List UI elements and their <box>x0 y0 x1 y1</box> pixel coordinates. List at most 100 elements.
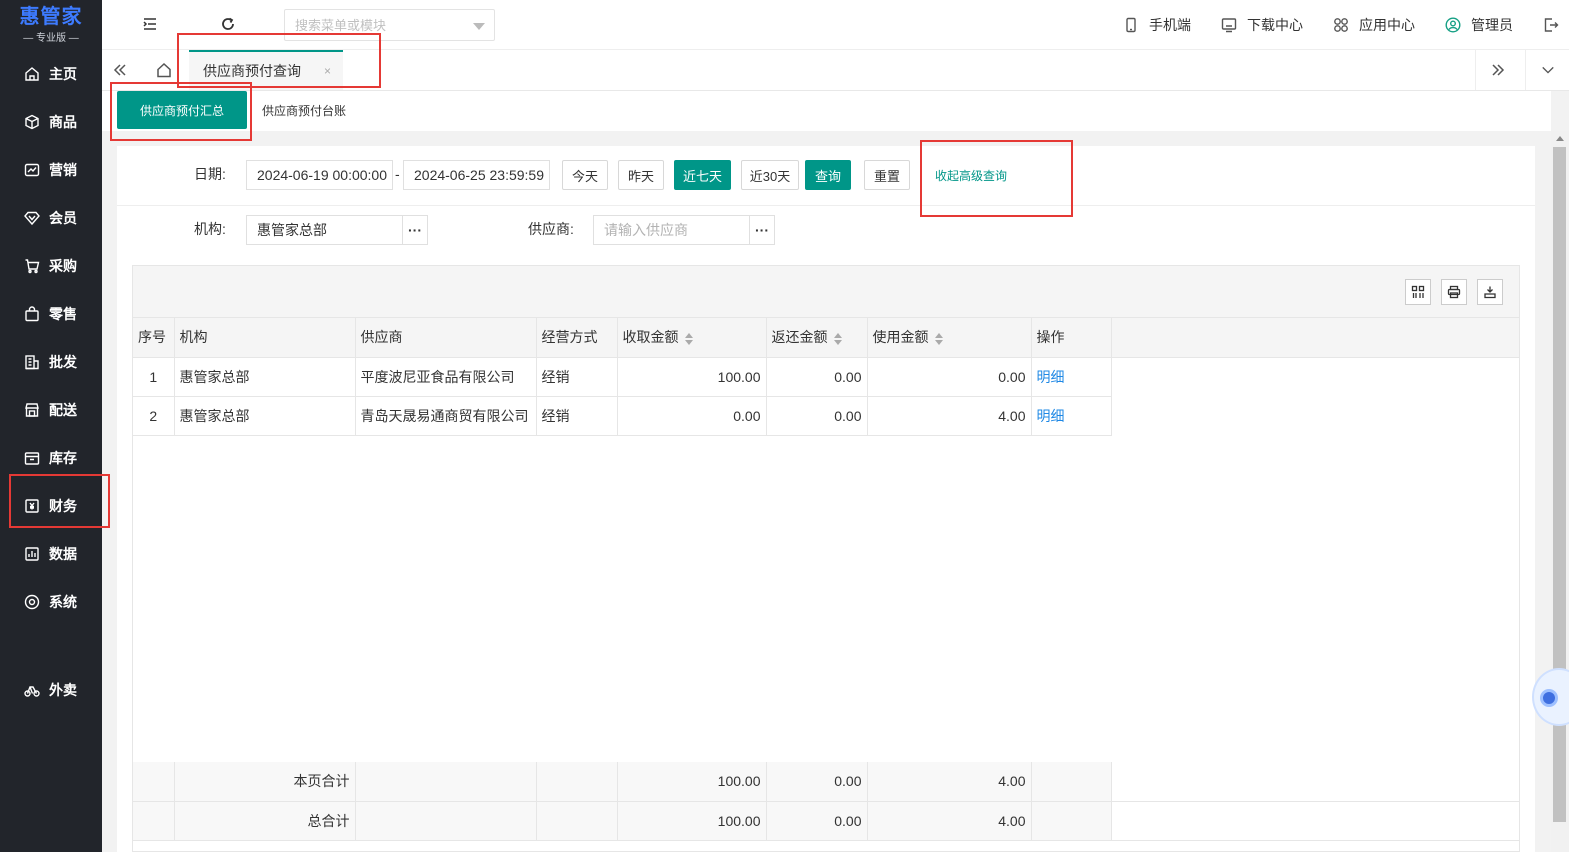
today-button[interactable]: 今天 <box>562 160 608 190</box>
org-input[interactable]: 惠管家总部 <box>246 215 403 245</box>
phone-icon <box>1126 17 1136 33</box>
sub-tab-bar: 供应商预付汇总 供应商预付台账 <box>102 91 1551 131</box>
chevron-down-icon[interactable] <box>473 23 485 30</box>
diamond-icon <box>24 210 40 226</box>
table-row: 2 惠管家总部 青岛天晟易通商贸有限公司 经销 0.00 0.00 4.00 明… <box>133 396 1519 436</box>
logo: 惠管家 — 专业版 — <box>0 0 102 50</box>
query-button[interactable]: 查询 <box>805 160 851 190</box>
tab-scroll-right[interactable] <box>1475 50 1519 90</box>
page-total-returned: 0.00 <box>766 762 868 802</box>
sidebar-item-inventory[interactable]: 库存 <box>0 434 102 482</box>
cell-action: 明细 <box>1031 357 1112 397</box>
cell-supplier: 平度波尼亚食品有限公司 <box>355 357 537 397</box>
mobile-link[interactable]: 手机端 <box>1123 15 1191 35</box>
sidebar-item-member[interactable]: 会员 <box>0 194 102 242</box>
refresh-icon[interactable] <box>220 16 236 32</box>
sort-icon[interactable] <box>934 332 943 345</box>
page-scrollbar[interactable] <box>1551 131 1569 852</box>
floating-assistant[interactable] <box>1532 658 1569 734</box>
detail-link[interactable]: 明细 <box>1037 408 1065 424</box>
cell-index: 1 <box>133 357 175 397</box>
sidebar-item-home[interactable]: 主页 <box>0 50 102 98</box>
cell-index: 2 <box>133 396 175 436</box>
apps-label: 应用中心 <box>1359 17 1415 33</box>
col-header-received[interactable]: 收取金额 <box>617 318 767 358</box>
cell-empty <box>355 801 537 841</box>
supplier-picker-button[interactable]: ··· <box>749 215 775 245</box>
cell-empty <box>133 801 175 841</box>
menu-toggle-icon[interactable] <box>142 16 158 32</box>
sidebar-item-label: 主页 <box>49 66 77 82</box>
double-chevron-left-icon[interactable] <box>112 62 128 78</box>
home-icon <box>24 66 40 82</box>
print-button[interactable] <box>1441 279 1467 305</box>
subtab-prepay-summary[interactable]: 供应商预付汇总 <box>117 91 247 129</box>
column-settings-button[interactable] <box>1405 279 1431 305</box>
data-grid: 序号 机构 供应商 经营方式 收取金额 返还金额 使用金额 操作 1 惠管家总部… <box>132 265 1520 852</box>
data-icon <box>24 546 40 562</box>
cell-empty <box>133 762 175 802</box>
sidebar-item-label: 批发 <box>49 354 77 370</box>
sidebar-item-label: 商品 <box>49 114 77 130</box>
menu-search[interactable] <box>284 9 495 41</box>
cell-org: 惠管家总部 <box>174 396 356 436</box>
last-7-days-button[interactable]: 近七天 <box>674 160 731 190</box>
sort-icon[interactable] <box>684 332 693 345</box>
page-total-row: 本页合计 100.00 0.00 4.00 <box>133 762 1519 802</box>
reset-button[interactable]: 重置 <box>864 160 910 190</box>
yesterday-button[interactable]: 昨天 <box>618 160 664 190</box>
col-header-returned[interactable]: 返还金额 <box>766 318 868 358</box>
sidebar-item-goods[interactable]: 商品 <box>0 98 102 146</box>
date-from-input[interactable]: 2024-06-19 00:00:00 <box>246 160 393 190</box>
cell-returned: 0.00 <box>766 396 868 436</box>
org-picker-button[interactable]: ··· <box>402 215 428 245</box>
sidebar-item-wholesale[interactable]: 批发 <box>0 338 102 386</box>
download-label: 下载中心 <box>1247 17 1303 33</box>
sidebar-item-marketing[interactable]: 营销 <box>0 146 102 194</box>
monitor-icon <box>1221 18 1237 33</box>
cell-mode: 经销 <box>536 357 618 397</box>
sidebar-item-finance[interactable]: 财务 <box>0 482 102 530</box>
settings-icon <box>24 594 40 610</box>
admin-user-link[interactable]: 管理员 <box>1445 15 1513 35</box>
sidebar-item-delivery[interactable]: 配送 <box>0 386 102 434</box>
col-header-returned-label: 返还金额 <box>771 329 828 346</box>
sidebar-item-system[interactable]: 系统 <box>0 578 102 626</box>
download-center-link[interactable]: 下载中心 <box>1221 15 1303 35</box>
scroll-up-icon[interactable] <box>1556 136 1564 141</box>
logout-button[interactable] <box>1543 17 1559 33</box>
col-header-used[interactable]: 使用金额 <box>867 318 1032 358</box>
supplier-input[interactable]: 请输入供应商 <box>593 215 750 245</box>
sidebar-item-retail[interactable]: 零售 <box>0 290 102 338</box>
assistant-eye-icon <box>1540 689 1558 707</box>
sidebar-item-label: 库存 <box>49 450 77 466</box>
app-center-link[interactable]: 应用中心 <box>1333 15 1415 35</box>
tab-supplier-prepay-query[interactable]: 供应商预付查询 × <box>189 50 343 90</box>
grid-toolbar <box>133 266 1519 318</box>
detail-link[interactable]: 明细 <box>1037 369 1065 385</box>
sidebar-item-label: 财务 <box>49 498 77 514</box>
tab-menu-dropdown[interactable] <box>1525 50 1569 90</box>
home-tab-icon[interactable] <box>156 62 172 78</box>
sidebar-item-takeaway[interactable]: 外卖 <box>0 666 102 714</box>
tab-label: 供应商预付查询 <box>203 63 301 79</box>
sort-icon[interactable] <box>833 332 842 345</box>
col-header-index: 序号 <box>133 318 175 358</box>
sidebar-item-data[interactable]: 数据 <box>0 530 102 578</box>
date-to-input[interactable]: 2024-06-25 23:59:59 <box>403 160 550 190</box>
cell-filler <box>1111 357 1519 396</box>
sidebar-item-label: 外卖 <box>49 682 77 698</box>
collapse-advanced-query-link[interactable]: 收起高级查询 <box>935 167 1007 184</box>
close-icon[interactable]: × <box>324 64 331 78</box>
last-30-days-button[interactable]: 近30天 <box>741 160 799 190</box>
col-header-mode: 经营方式 <box>536 318 618 358</box>
menu-search-input[interactable] <box>285 10 455 40</box>
main-panel: 日期: 2024-06-19 00:00:00 - 2024-06-25 23:… <box>117 146 1535 852</box>
export-button[interactable] <box>1477 279 1503 305</box>
sidebar-item-label: 营销 <box>49 162 77 178</box>
filter-row-date: 日期: 2024-06-19 00:00:00 - 2024-06-25 23:… <box>117 146 1535 206</box>
sidebar-item-purchase[interactable]: 采购 <box>0 242 102 290</box>
grand-total-received: 100.00 <box>617 801 767 841</box>
bag-icon <box>24 306 40 322</box>
subtab-prepay-ledger[interactable]: 供应商预付台账 <box>262 91 346 129</box>
